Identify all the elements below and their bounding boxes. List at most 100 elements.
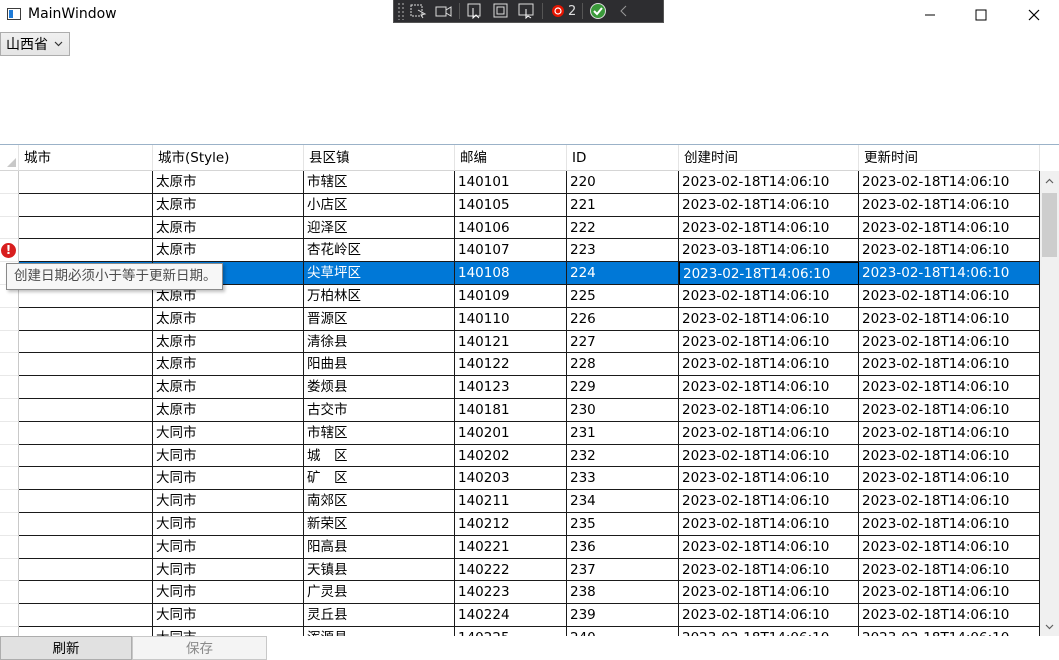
- cell-city-style[interactable]: 太原市: [153, 171, 304, 194]
- cell-created[interactable]: 2023-02-18T14:06:10: [679, 353, 859, 377]
- cell-city[interactable]: [19, 604, 153, 627]
- cell-zip[interactable]: 140101: [455, 171, 567, 194]
- cell-city[interactable]: [19, 353, 153, 377]
- cell-created[interactable]: 2023-02-18T14:06:10: [679, 193, 859, 217]
- row-header[interactable]: [0, 171, 19, 194]
- cell-updated[interactable]: 2023-02-18T14:06:10: [859, 490, 1040, 513]
- cell-zip[interactable]: 140211: [455, 490, 567, 513]
- maximize-button[interactable]: [958, 0, 1004, 30]
- cell-district[interactable]: 新荣区: [304, 512, 455, 536]
- row-header[interactable]: [0, 193, 19, 217]
- cell-updated[interactable]: 2023-02-18T14:06:10: [859, 535, 1040, 559]
- cell-created[interactable]: 2023-02-18T14:06:10: [679, 262, 859, 285]
- cell-city-style[interactable]: 太原市: [153, 216, 304, 240]
- cell-city-style[interactable]: 大同市: [153, 421, 304, 445]
- cell-district[interactable]: 小店区: [304, 193, 455, 217]
- table-row[interactable]: 太原市 阳曲县 140122 228 2023-02-18T14:06:10 2023-0…: [0, 353, 1040, 377]
- cell-updated[interactable]: 2023-02-18T14:06:10: [859, 421, 1040, 445]
- cell-district[interactable]: 城 区: [304, 444, 455, 468]
- cell-zip[interactable]: 140105: [455, 193, 567, 217]
- cell-district[interactable]: 广灵县: [304, 581, 455, 605]
- column-header-city-style[interactable]: 城市(Style): [153, 145, 304, 171]
- cell-zip[interactable]: 140121: [455, 330, 567, 354]
- city-data-grid[interactable]: 城市 城市(Style) 县区镇 邮编 ID 创建时间 更新时间 太原市 市辖区 1…: [0, 144, 1059, 636]
- cell-updated[interactable]: 2023-02-18T14:06:10: [859, 376, 1040, 399]
- cell-district[interactable]: 尖草坪区: [304, 262, 455, 285]
- cell-city[interactable]: [19, 490, 153, 513]
- cell-updated[interactable]: 2023-02-18T14:06:10: [859, 353, 1040, 377]
- table-row[interactable]: 大同市城 区 140202 232 2023-02-18T14:06:10 2023-0…: [0, 444, 1040, 468]
- cell-id[interactable]: 236: [567, 535, 679, 559]
- cell-zip[interactable]: 140201: [455, 421, 567, 445]
- cell-id[interactable]: 228: [567, 353, 679, 377]
- cell-district[interactable]: 浑源县: [304, 626, 455, 636]
- cell-zip[interactable]: 140108: [455, 262, 567, 285]
- collapse-toolbar-button[interactable]: [611, 0, 637, 22]
- row-header[interactable]: [0, 398, 19, 422]
- row-header[interactable]: [0, 467, 19, 491]
- cell-district[interactable]: 杏花岭区: [304, 239, 455, 263]
- cell-updated[interactable]: 2023-02-18T14:06:10: [859, 512, 1040, 536]
- cell-city-style[interactable]: 太原市: [153, 193, 304, 217]
- scroll-down-button[interactable]: [1040, 617, 1059, 636]
- cell-district[interactable]: 南郊区: [304, 490, 455, 513]
- cell-updated[interactable]: 2023-02-18T14:06:10: [859, 398, 1040, 422]
- cell-created[interactable]: 2023-02-18T14:06:10: [679, 490, 859, 513]
- table-row[interactable]: 大同市 南郊区 140211 234 2023-02-18T14:06:10 2023-0…: [0, 490, 1040, 513]
- hot-reload-status-button[interactable]: [585, 0, 611, 22]
- cell-created[interactable]: 2023-02-18T14:06:10: [679, 216, 859, 240]
- table-row[interactable]: 大同市 新荣区 140212 235 2023-02-18T14:06:10 2023-0…: [0, 512, 1040, 536]
- cell-district[interactable]: 阳曲县: [304, 353, 455, 377]
- cell-zip[interactable]: 140223: [455, 581, 567, 605]
- cell-id[interactable]: 223: [567, 239, 679, 263]
- cell-district[interactable]: 娄烦县: [304, 376, 455, 399]
- vertical-scrollbar[interactable]: [1040, 171, 1059, 636]
- cell-id[interactable]: 230: [567, 398, 679, 422]
- row-header[interactable]: [0, 581, 19, 605]
- cell-updated[interactable]: 2023-02-18T14:06:10: [859, 558, 1040, 582]
- cell-id[interactable]: 239: [567, 604, 679, 627]
- row-error-icon[interactable]: !: [1, 243, 16, 258]
- cell-zip[interactable]: 140107: [455, 239, 567, 263]
- cell-city-style[interactable]: 太原市: [153, 376, 304, 399]
- cell-zip[interactable]: 140221: [455, 535, 567, 559]
- cell-created[interactable]: 2023-02-18T14:06:10: [679, 467, 859, 491]
- cell-city[interactable]: [19, 239, 153, 263]
- cell-created[interactable]: 2023-02-18T14:06:10: [679, 604, 859, 627]
- cell-id[interactable]: 226: [567, 307, 679, 331]
- table-row[interactable]: 大同市 广灵县 140223 238 2023-02-18T14:06:10 2023-0…: [0, 581, 1040, 605]
- cell-city[interactable]: [19, 581, 153, 605]
- cell-zip[interactable]: 140202: [455, 444, 567, 468]
- cell-city[interactable]: [19, 421, 153, 445]
- column-header-id[interactable]: ID: [567, 145, 679, 171]
- cell-city-style[interactable]: 太原市: [153, 353, 304, 377]
- cell-created[interactable]: 2023-03-18T14:06:10: [679, 239, 859, 263]
- cell-id[interactable]: 224: [567, 262, 679, 285]
- province-select[interactable]: 山西省: [0, 32, 70, 56]
- cell-city-style[interactable]: 大同市: [153, 535, 304, 559]
- cell-zip[interactable]: 140123: [455, 376, 567, 399]
- cell-zip[interactable]: 140181: [455, 398, 567, 422]
- cell-id[interactable]: 231: [567, 421, 679, 445]
- cell-zip[interactable]: 140122: [455, 353, 567, 377]
- cell-updated[interactable]: 2023-02-18T14:06:10: [859, 581, 1040, 605]
- table-row[interactable]: 太原市 杏花岭区 140107 223 2023-03-18T14:06:10 2023-…: [0, 239, 1040, 263]
- table-row[interactable]: 太原市 晋源区 140110 226 2023-02-18T14:06:10 2023-0…: [0, 307, 1040, 331]
- cell-created[interactable]: 2023-02-18T14:06:10: [679, 330, 859, 354]
- cell-id[interactable]: 237: [567, 558, 679, 582]
- cell-city[interactable]: [19, 216, 153, 240]
- save-button[interactable]: 保存: [132, 636, 267, 660]
- cell-city[interactable]: [19, 558, 153, 582]
- table-row[interactable]: 大同市 天镇县 140222 237 2023-02-18T14:06:10 2023-0…: [0, 558, 1040, 582]
- row-header[interactable]: [0, 558, 19, 582]
- row-header[interactable]: [0, 626, 19, 636]
- cell-city-style[interactable]: 太原市: [153, 330, 304, 354]
- cell-updated[interactable]: 2023-02-18T14:06:10: [859, 171, 1040, 194]
- cell-city[interactable]: [19, 398, 153, 422]
- cell-updated[interactable]: 2023-02-18T14:06:10: [859, 262, 1040, 285]
- column-header-district[interactable]: 县区镇: [304, 145, 455, 171]
- cell-city[interactable]: [19, 444, 153, 468]
- cell-city[interactable]: [19, 535, 153, 559]
- cell-created[interactable]: 2023-02-18T14:06:10: [679, 171, 859, 194]
- scrollbar-thumb[interactable]: [1042, 193, 1057, 257]
